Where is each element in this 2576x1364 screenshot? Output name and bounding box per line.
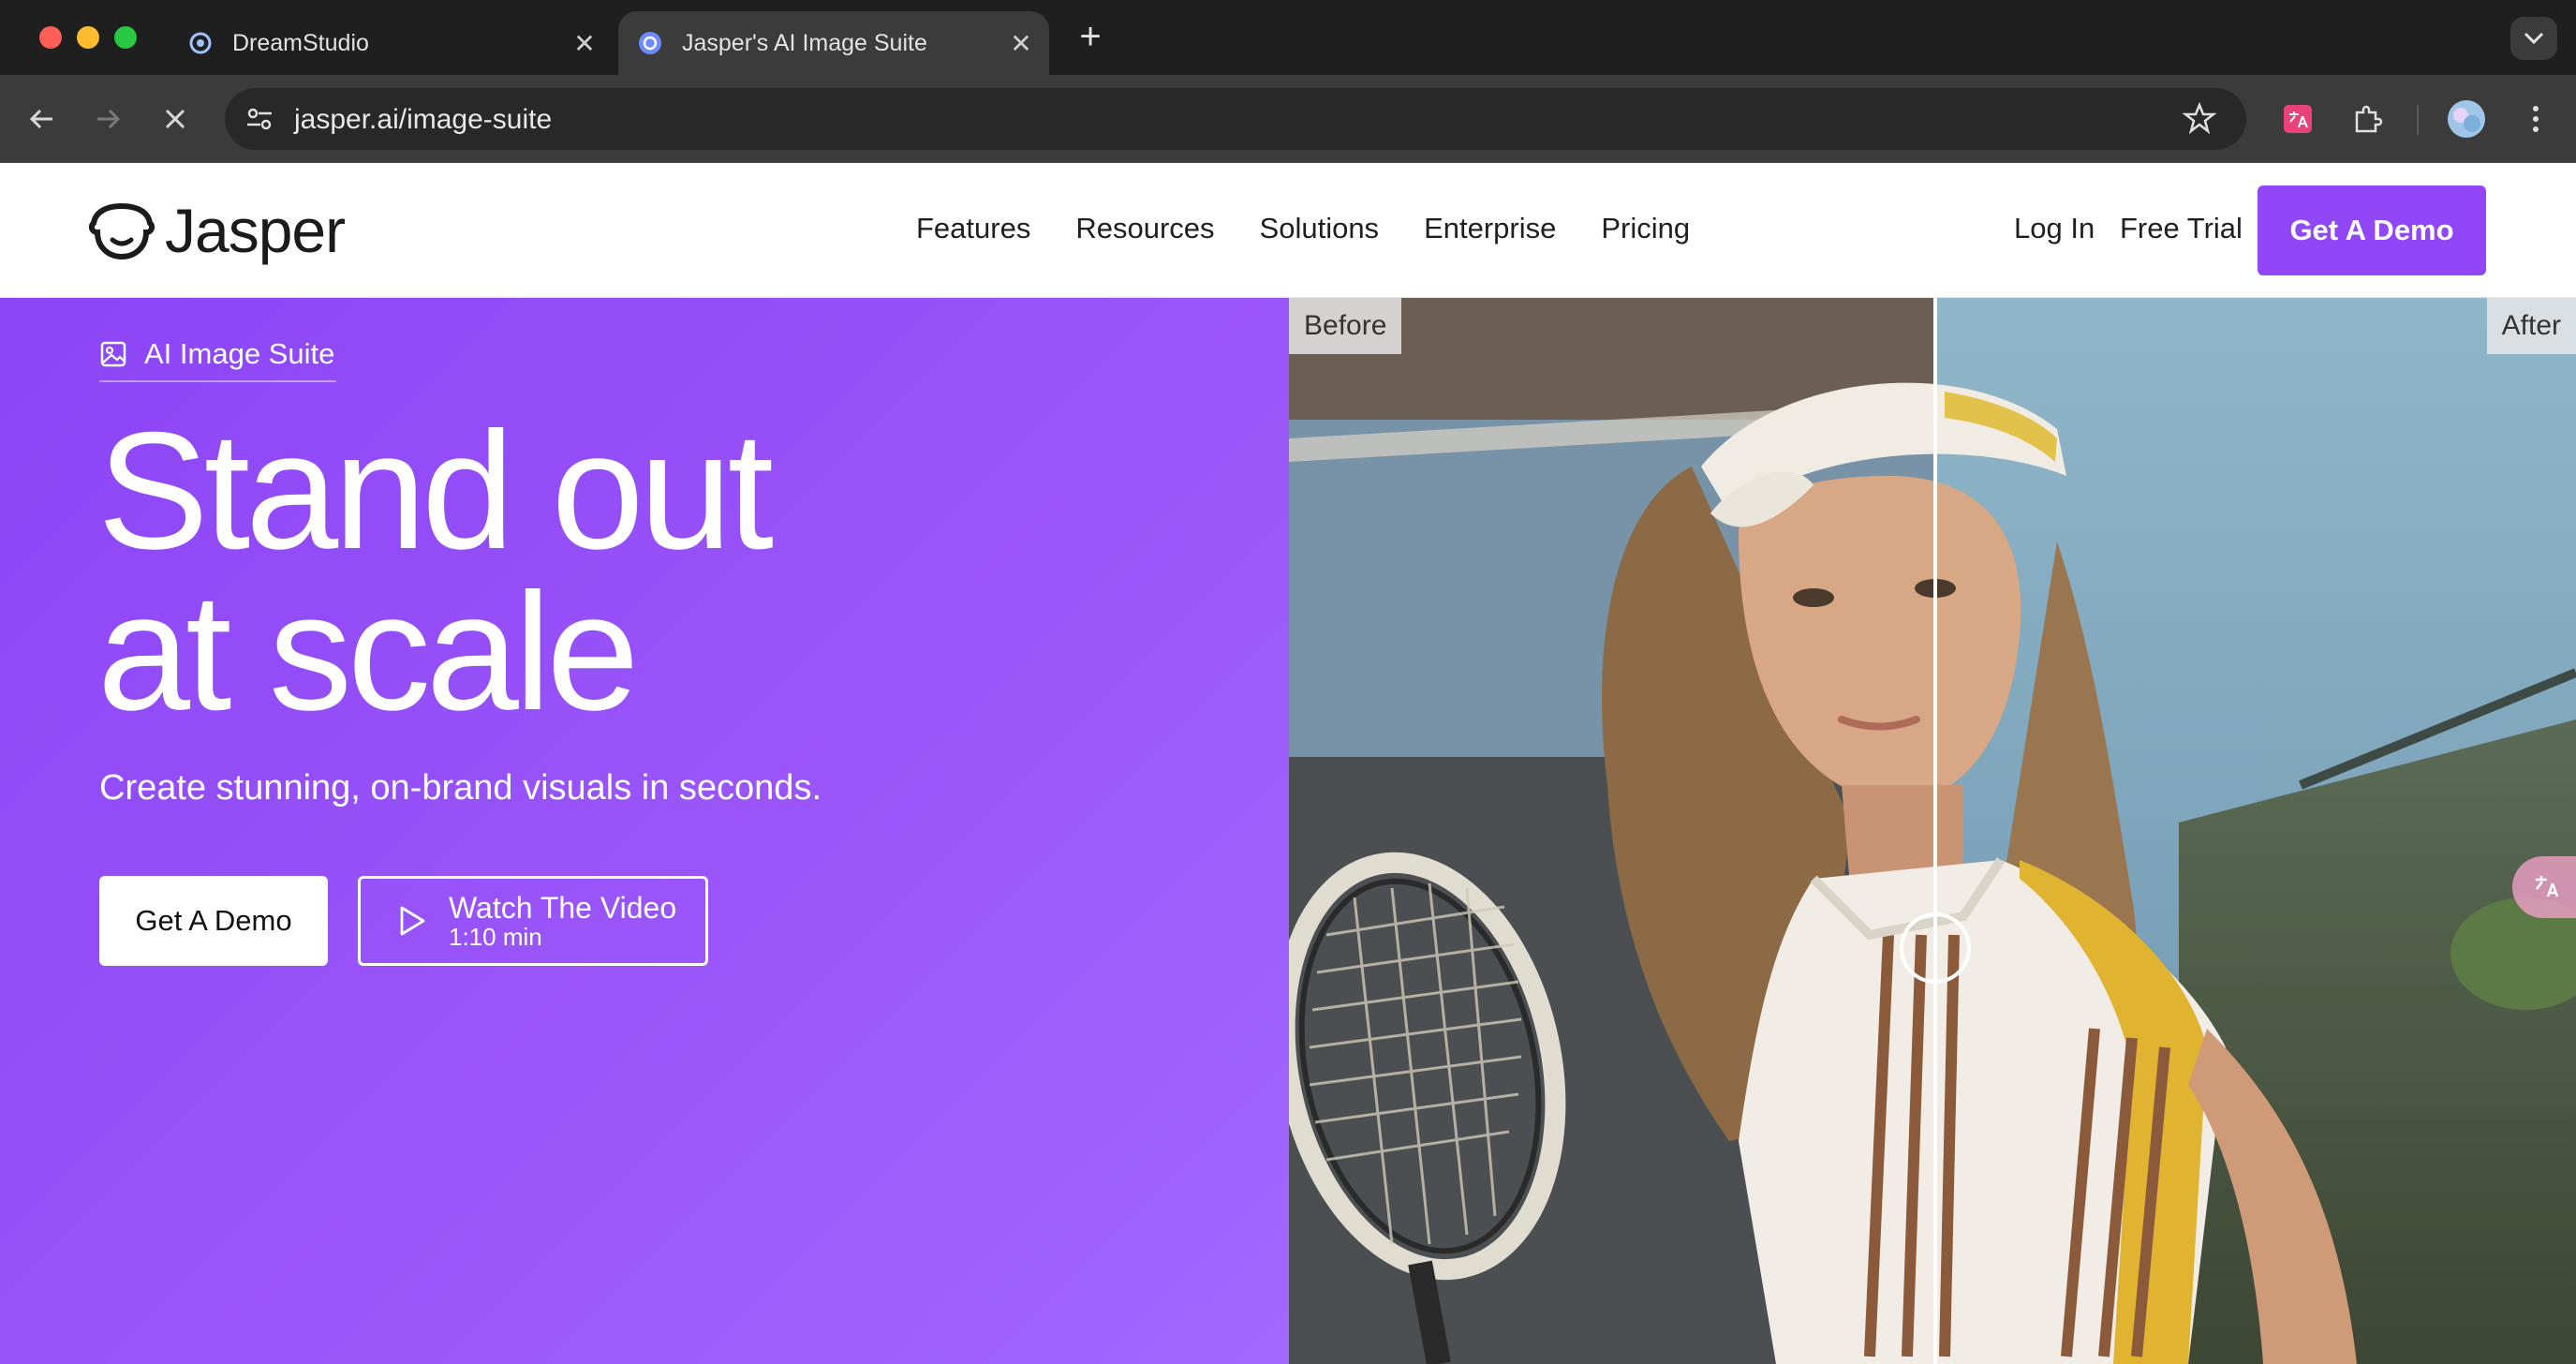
hero-headline: Stand out at scale — [97, 397, 774, 745]
logo-text: Jasper — [165, 196, 346, 265]
eyebrow-label: AI Image Suite — [144, 337, 335, 370]
nav-resources[interactable]: Resources — [1075, 212, 1214, 245]
forward-button[interactable] — [84, 96, 131, 142]
site-header: Jasper Features Resources Solutions Ente… — [0, 163, 2576, 298]
url-text: jasper.ai/image-suite — [294, 104, 553, 135]
header-get-demo-button[interactable]: Get A Demo — [2258, 185, 2486, 275]
dreamstudio-favicon-icon — [187, 30, 214, 56]
before-label: Before — [1289, 298, 1402, 354]
image-icon — [100, 341, 126, 367]
stop-x-icon — [165, 109, 185, 129]
free-trial-link[interactable]: Free Trial — [2120, 212, 2243, 245]
headline-line-1: Stand out — [97, 397, 774, 584]
profile-avatar[interactable] — [2445, 97, 2488, 141]
hero-get-demo-button[interactable]: Get A Demo — [99, 876, 328, 966]
floating-translate-icon[interactable] — [2512, 856, 2576, 918]
back-button[interactable] — [19, 96, 66, 142]
stop-loading-button[interactable] — [152, 96, 199, 142]
browser-tab-strip: DreamStudio ✕ Jasper's AI Image Suite ✕ … — [0, 0, 2576, 75]
close-tab-icon[interactable]: ✕ — [570, 28, 600, 58]
tab-search-button[interactable] — [2510, 17, 2557, 60]
extensions-puzzle-icon[interactable] — [2346, 97, 2389, 141]
back-arrow-icon — [29, 109, 52, 129]
browser-toolbar: jasper.ai/image-suite — [0, 75, 2576, 163]
tab-dreamstudio[interactable]: DreamStudio ✕ — [187, 11, 600, 75]
video-duration: 1:10 min — [449, 923, 542, 951]
main-navigation: Features Resources Solutions Enterprise … — [916, 212, 1735, 245]
forward-arrow-icon — [97, 109, 121, 129]
before-after-comparison[interactable]: Before After — [1289, 298, 2576, 1364]
tab-title: Jasper's AI Image Suite — [682, 29, 927, 56]
site-info-icon[interactable] — [242, 101, 277, 137]
bookmark-star-icon[interactable] — [2182, 101, 2218, 137]
jasper-favicon-icon — [637, 30, 663, 56]
nav-pricing[interactable]: Pricing — [1601, 212, 1690, 245]
tab-jasper-image-suite[interactable]: Jasper's AI Image Suite ✕ — [618, 11, 1049, 75]
jasper-logo-icon — [88, 202, 155, 260]
toolbar-divider — [2417, 105, 2419, 135]
close-tab-icon[interactable]: ✕ — [1006, 28, 1036, 58]
close-window-button[interactable] — [39, 26, 62, 49]
ai-image-suite-eyebrow[interactable]: AI Image Suite — [99, 335, 337, 382]
translate-extension-icon[interactable] — [2276, 97, 2319, 141]
headline-line-2: at scale — [97, 558, 639, 745]
chevron-down-icon — [2524, 32, 2544, 45]
after-label: After — [2486, 298, 2576, 354]
nav-features[interactable]: Features — [916, 212, 1030, 245]
play-icon — [400, 906, 425, 936]
comparison-slider-handle[interactable] — [1900, 912, 1971, 984]
tennis-player-image — [1289, 298, 2576, 1364]
nav-enterprise[interactable]: Enterprise — [1424, 212, 1556, 245]
watch-video-button[interactable]: Watch The Video 1:10 min — [358, 876, 708, 966]
maximize-window-button[interactable] — [114, 26, 137, 49]
new-tab-button[interactable]: + — [1073, 18, 1107, 55]
jasper-logo[interactable]: Jasper — [88, 195, 346, 266]
tab-title: DreamStudio — [232, 29, 369, 56]
comparison-divider-line[interactable] — [1933, 298, 1937, 1364]
hero-subheadline: Create stunning, on-brand visuals in sec… — [99, 768, 822, 808]
address-bar[interactable]: jasper.ai/image-suite — [225, 88, 2246, 150]
minimize-window-button[interactable] — [77, 26, 99, 49]
login-link[interactable]: Log In — [2014, 212, 2095, 245]
browser-menu-icon[interactable] — [2514, 97, 2557, 141]
nav-solutions[interactable]: Solutions — [1260, 212, 1380, 245]
video-button-title: Watch The Video — [449, 891, 677, 925]
